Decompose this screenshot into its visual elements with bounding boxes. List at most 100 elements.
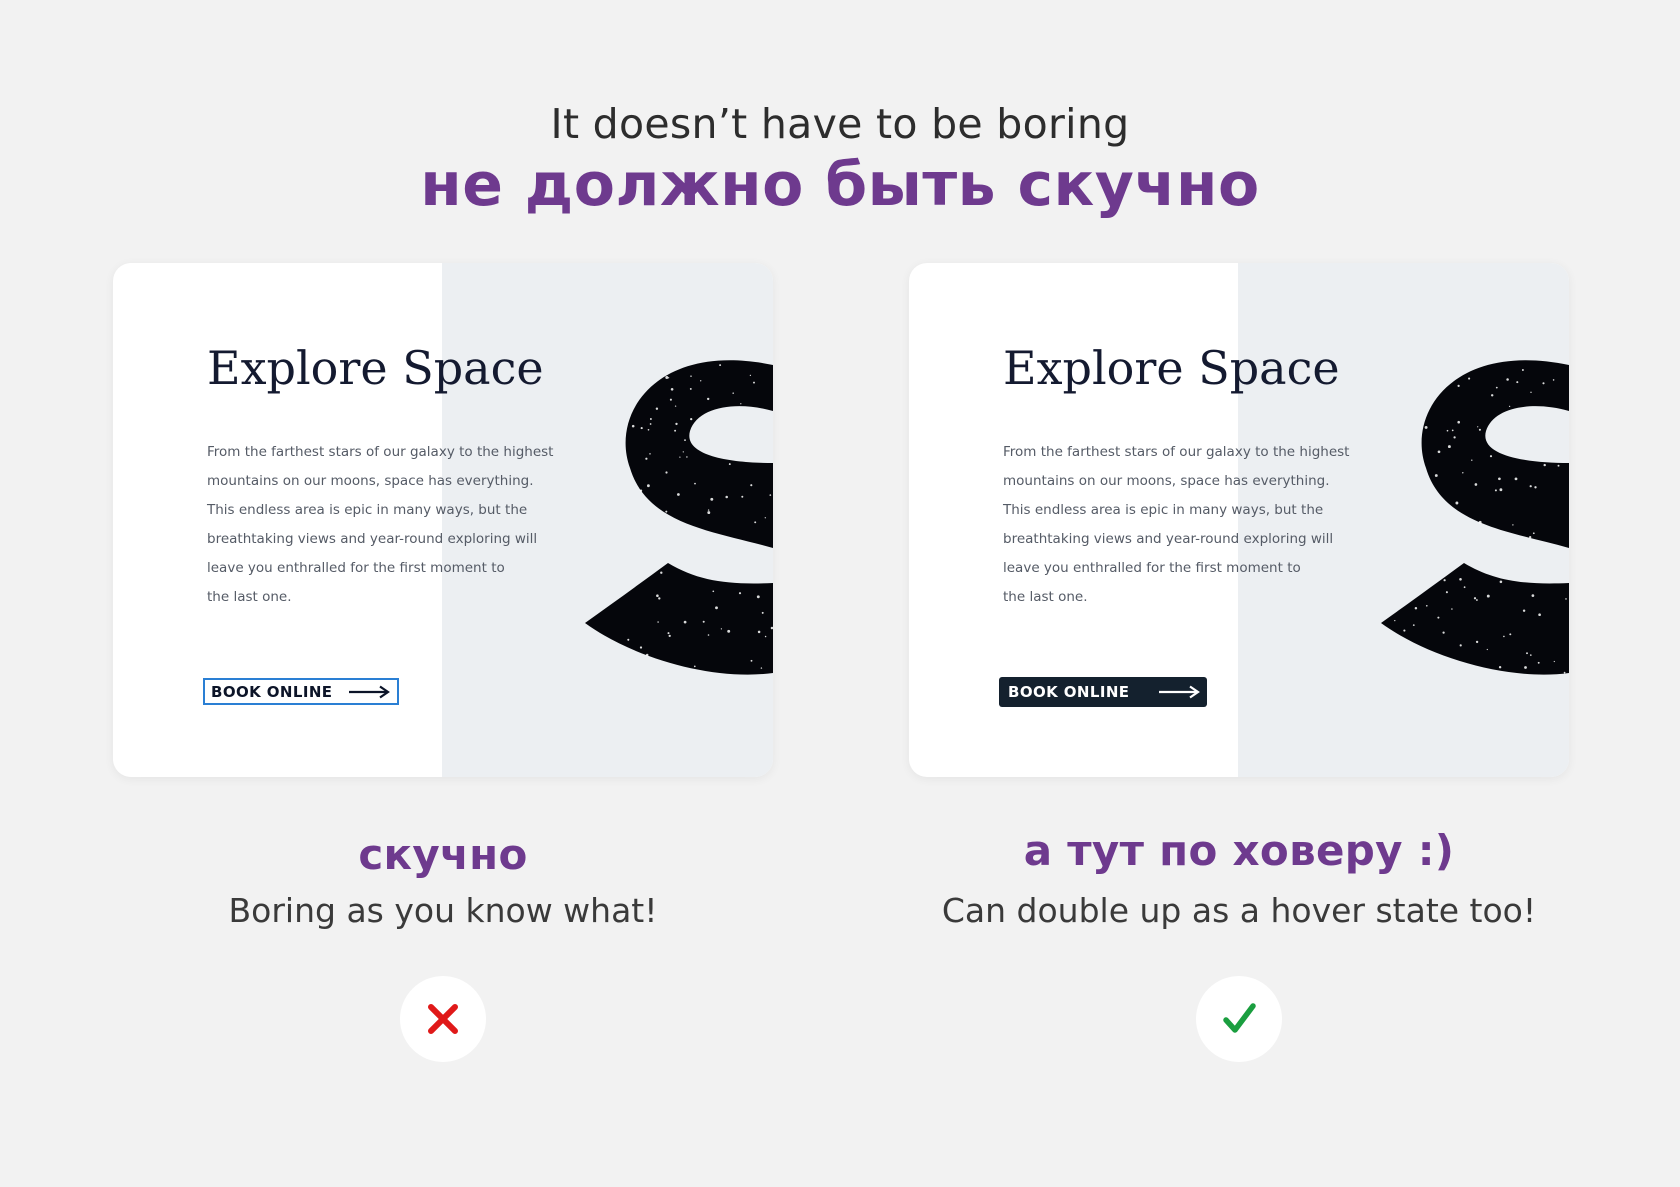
star-speck xyxy=(679,456,681,458)
card-body-line: leave you enthralled for the first momen… xyxy=(1003,560,1301,576)
star-speck xyxy=(1445,591,1448,594)
heading-russian: не должно быть скучно xyxy=(420,150,1260,220)
star-speck xyxy=(769,494,772,496)
star-speck xyxy=(1489,455,1493,458)
book-online-button-filled[interactable]: BOOK ONLINE xyxy=(999,677,1207,707)
star-speck xyxy=(741,495,744,498)
star-speck xyxy=(761,611,764,614)
star-speck xyxy=(1532,532,1535,535)
star-speck xyxy=(1457,384,1460,388)
star-speck xyxy=(1443,579,1446,582)
star-speck xyxy=(1530,391,1532,394)
star-speck xyxy=(1563,671,1566,674)
star-speck xyxy=(749,374,752,377)
star-speck xyxy=(1529,485,1532,488)
star-speck xyxy=(702,620,705,623)
caption-hover-english: Can double up as a hover state too! xyxy=(941,891,1537,930)
star-speck xyxy=(686,456,688,458)
star-speck xyxy=(1494,489,1497,492)
star-speck xyxy=(1498,477,1501,481)
star-speck xyxy=(683,620,687,624)
star-speck xyxy=(1552,379,1555,381)
card-body-line: This endless area is epic in many ways, … xyxy=(1003,502,1324,518)
star-speck xyxy=(1529,654,1532,656)
star-speck xyxy=(1503,635,1505,638)
star-speck xyxy=(764,635,767,638)
star-speck xyxy=(1499,488,1503,492)
star-speck xyxy=(740,403,742,405)
verdict-badge-bad xyxy=(400,976,486,1062)
star-speck xyxy=(732,392,734,394)
caption-boring-english: Boring as you know what! xyxy=(228,891,658,930)
star-speck xyxy=(665,471,668,474)
star-speck xyxy=(639,646,643,649)
star-speck xyxy=(649,423,652,425)
star-speck xyxy=(1506,378,1509,381)
star-speck xyxy=(1514,477,1518,481)
star-speck xyxy=(1471,459,1473,461)
star-speck xyxy=(1462,472,1464,474)
star-speck xyxy=(1463,586,1466,589)
star-speck xyxy=(665,376,669,379)
star-speck xyxy=(753,381,755,384)
star-speck xyxy=(1451,608,1453,610)
heading-english: It doesn’t have to be boring xyxy=(550,100,1130,148)
star-speck xyxy=(1447,445,1451,449)
star-speck xyxy=(640,427,643,430)
star-speck xyxy=(1437,616,1440,619)
arrow-right-icon xyxy=(349,685,390,698)
star-speck xyxy=(1542,382,1545,385)
star-speck xyxy=(1414,607,1418,610)
star-speck xyxy=(757,630,761,634)
star-speck xyxy=(649,453,651,455)
star-speck xyxy=(1526,652,1528,655)
star-speck xyxy=(1543,463,1546,467)
star-speck xyxy=(1509,633,1512,636)
star-speck xyxy=(719,364,722,367)
star-speck xyxy=(1425,604,1428,607)
star-speck xyxy=(689,387,692,390)
check-icon xyxy=(1223,1003,1256,1033)
card-body-line: From the farthest stars of our galaxy to… xyxy=(1003,444,1350,460)
star-speck xyxy=(684,439,686,442)
verdict-badge-good xyxy=(1196,976,1282,1062)
star-speck xyxy=(1499,580,1503,584)
star-speck xyxy=(1537,661,1540,664)
star-speck xyxy=(750,659,753,662)
star-speck xyxy=(1424,425,1428,429)
star-speck xyxy=(712,590,715,593)
star-speck xyxy=(1565,598,1567,600)
star-speck xyxy=(706,397,710,401)
star-speck xyxy=(700,380,702,382)
star-speck xyxy=(1478,520,1482,524)
star-speck xyxy=(675,422,678,426)
star-speck xyxy=(1516,381,1519,384)
star-speck xyxy=(1442,631,1445,634)
book-online-button-outlined[interactable]: BOOK ONLINE xyxy=(203,678,399,705)
star-speck xyxy=(1490,394,1494,397)
star-speck xyxy=(1459,578,1462,581)
arrow-right-icon xyxy=(1159,685,1200,699)
star-speck xyxy=(670,387,674,391)
star-speck xyxy=(658,597,661,600)
star-speck xyxy=(645,653,649,657)
star-speck xyxy=(1455,501,1459,505)
star-speck xyxy=(756,595,760,599)
star-speck xyxy=(1529,535,1532,539)
star-speck xyxy=(725,495,728,499)
card-body-line: mountains on our moons, space has everyt… xyxy=(1003,473,1330,489)
star-speck xyxy=(677,493,680,496)
star-speck xyxy=(1453,436,1456,439)
star-speck xyxy=(1538,613,1541,617)
star-speck xyxy=(750,484,753,487)
star-speck xyxy=(657,621,659,623)
card-body-line: the last one. xyxy=(207,589,292,605)
star-speck xyxy=(728,463,731,466)
star-speck xyxy=(1473,597,1477,600)
star-speck xyxy=(693,665,696,668)
star-speck xyxy=(1486,648,1488,651)
star-speck xyxy=(1557,464,1560,467)
star-speck xyxy=(707,511,711,515)
star-speck xyxy=(1553,660,1555,663)
star-speck xyxy=(1524,666,1527,669)
